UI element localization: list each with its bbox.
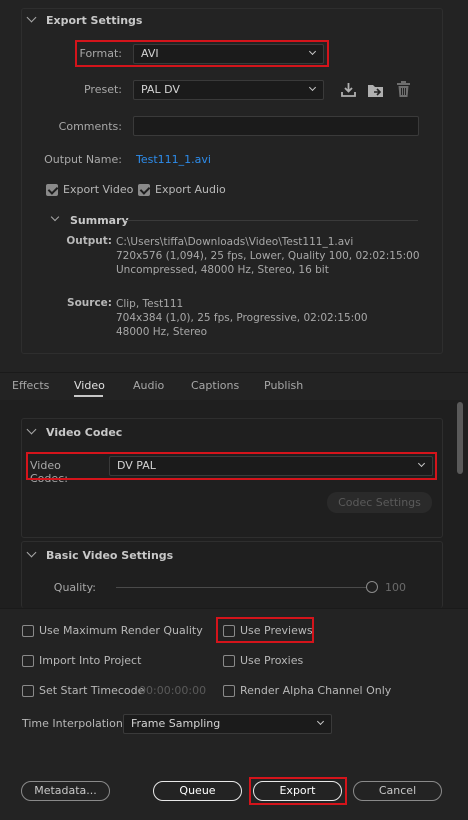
time-interpolation-label: Time Interpolation:: [22, 717, 127, 730]
save-preset-icon[interactable]: [340, 82, 357, 98]
tab-audio[interactable]: Audio: [133, 379, 164, 392]
quality-label: Quality:: [53, 581, 96, 594]
video-codec-highlight: [26, 452, 437, 480]
tab-publish[interactable]: Publish: [264, 379, 303, 392]
quality-value: 100: [385, 581, 406, 594]
render-alpha-label: Render Alpha Channel Only: [240, 684, 392, 697]
import-preset-icon[interactable]: [367, 82, 385, 98]
use-previews-highlight: [216, 617, 314, 643]
quality-slider-handle[interactable]: [366, 581, 378, 593]
export-settings-title: Export Settings: [46, 14, 143, 27]
summary-output-label: Output:: [66, 235, 112, 247]
use-max-render-quality-label: Use Maximum Render Quality: [39, 624, 203, 637]
basic-video-title: Basic Video Settings: [46, 549, 174, 562]
metadata-button[interactable]: Metadata...: [21, 781, 110, 801]
output-name-label: Output Name:: [44, 153, 122, 166]
summary-output-line-1: C:\Users\tiffa\Downloads\Video\Test111_1…: [116, 236, 354, 248]
set-start-timecode-checkbox[interactable]: [22, 685, 34, 697]
use-max-render-quality-checkbox[interactable]: [22, 625, 34, 637]
export-highlight: [249, 777, 347, 805]
set-start-timecode-label: Set Start Timecode: [39, 684, 145, 697]
comments-input[interactable]: [133, 116, 419, 136]
summary-source-line-3: 48000 Hz, Stereo: [116, 326, 208, 338]
preset-value: PAL DV: [141, 83, 180, 96]
import-into-project-label: Import Into Project: [39, 654, 142, 667]
import-into-project-checkbox[interactable]: [22, 655, 34, 667]
cancel-button[interactable]: Cancel: [353, 781, 442, 801]
summary-source-line-2: 704x384 (1,0), 25 fps, Progressive, 02:0…: [116, 312, 368, 324]
use-proxies-checkbox[interactable]: [223, 655, 235, 667]
comments-label: Comments:: [58, 120, 122, 133]
output-name-link[interactable]: Test111_1.avi: [136, 153, 211, 166]
tab-effects[interactable]: Effects: [12, 379, 49, 392]
summary-output-line-3: Uncompressed, 48000 Hz, Stereo, 16 bit: [116, 264, 329, 276]
quality-slider-track[interactable]: [116, 587, 370, 588]
summary-divider: [126, 220, 418, 221]
tab-video-underline: [74, 395, 103, 397]
format-highlight: [75, 40, 329, 67]
start-timecode-value: 00:00:00:00: [139, 684, 207, 697]
queue-button[interactable]: Queue: [153, 781, 242, 801]
use-proxies-label: Use Proxies: [240, 654, 304, 667]
time-interpolation-value: Frame Sampling: [131, 717, 221, 730]
video-codec-title: Video Codec: [46, 426, 123, 439]
summary-output-line-2: 720x576 (1,094), 25 fps, Lower, Quality …: [116, 250, 420, 262]
time-interpolation-dropdown[interactable]: Frame Sampling: [123, 714, 332, 734]
render-alpha-checkbox[interactable]: [223, 685, 235, 697]
preset-label: Preset:: [83, 83, 122, 96]
summary-title: Summary: [70, 214, 129, 227]
export-audio-checkbox[interactable]: [138, 184, 150, 196]
scrollbar-thumb[interactable]: [457, 402, 463, 474]
chevron-down-icon: [308, 83, 317, 92]
tab-video[interactable]: Video: [74, 379, 105, 392]
export-audio-label: Export Audio: [155, 183, 226, 196]
delete-preset-icon[interactable]: [396, 81, 411, 98]
summary-source-label: Source:: [67, 297, 112, 309]
summary-source-line-1: Clip, Test111: [116, 298, 184, 310]
export-video-checkbox[interactable]: [46, 184, 58, 196]
codec-settings-button[interactable]: Codec Settings: [327, 492, 432, 513]
preset-dropdown[interactable]: PAL DV: [133, 80, 324, 100]
export-video-label: Export Video: [63, 183, 134, 196]
chevron-down-icon: [316, 717, 325, 726]
tab-captions[interactable]: Captions: [191, 379, 239, 392]
